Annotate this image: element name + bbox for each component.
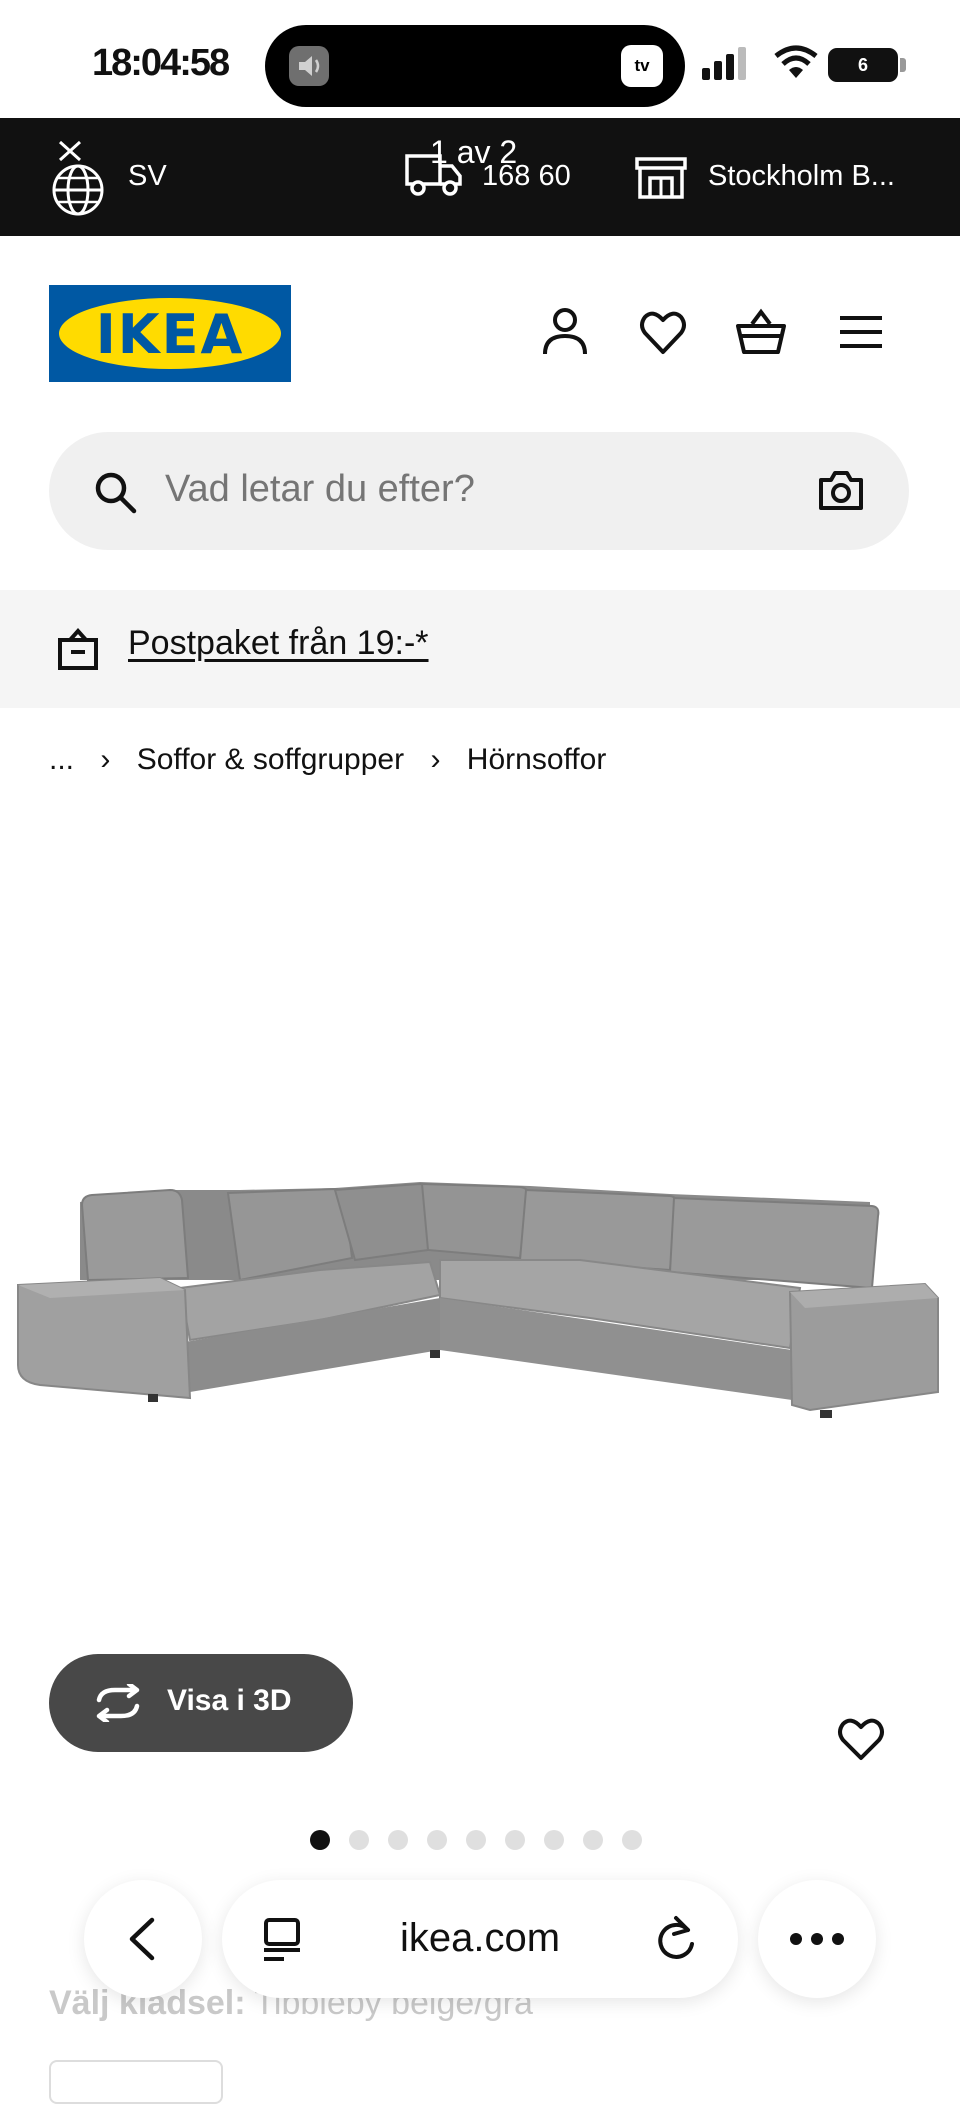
carousel-dot[interactable] <box>427 1830 447 1850</box>
view-in-3d-label: Visa i 3D <box>167 1684 292 1717</box>
utility-bar: SV 168 60 1 av 2 Stockholm B... <box>0 118 960 236</box>
carousel-dot[interactable] <box>349 1830 369 1850</box>
store-label[interactable]: Stockholm B... <box>708 160 895 193</box>
carousel-dot[interactable] <box>544 1830 564 1850</box>
corner-sofa-image <box>17 1182 939 1418</box>
browser-back-button[interactable] <box>84 1880 202 1998</box>
dynamic-island: tv <box>265 25 685 107</box>
search-icon[interactable] <box>93 470 137 514</box>
image-carousel-dots[interactable] <box>310 1830 642 1850</box>
carousel-dot[interactable] <box>622 1830 642 1850</box>
fabric-swatch[interactable] <box>49 2060 223 2104</box>
browser-more-button[interactable] <box>758 1880 876 1998</box>
ikea-logo[interactable]: IKEA <box>49 285 291 382</box>
breadcrumb-item[interactable]: Soffor & soffgrupper <box>137 743 404 777</box>
more-dots-icon <box>790 1933 844 1945</box>
parcel-icon <box>58 628 98 670</box>
heart-icon[interactable] <box>638 306 688 358</box>
heart-icon[interactable] <box>836 1714 886 1764</box>
browser-url-bar[interactable]: ikea.com <box>222 1880 738 1998</box>
carousel-dot[interactable] <box>505 1830 525 1850</box>
product-image-gallery[interactable] <box>0 800 960 1760</box>
page-indicator-overlay: 1 av 2 <box>430 134 518 170</box>
carousel-dot[interactable] <box>466 1830 486 1850</box>
search-bar[interactable] <box>49 432 909 550</box>
store-icon[interactable] <box>634 156 688 200</box>
globe-icon[interactable] <box>50 138 106 218</box>
search-input[interactable] <box>165 468 765 511</box>
chevron-left-icon <box>129 1917 155 1961</box>
status-time: 18:04:58 <box>92 42 230 84</box>
camera-icon[interactable] <box>817 468 865 512</box>
cellular-signal-icon <box>702 47 746 80</box>
breadcrumb-ellipsis[interactable]: ... <box>49 743 74 777</box>
carousel-dot[interactable] <box>583 1830 603 1850</box>
cart-icon[interactable] <box>736 306 786 358</box>
logo-text: IKEA <box>95 303 245 366</box>
battery-icon: 6 <box>828 48 898 82</box>
reload-icon[interactable] <box>654 1914 698 1962</box>
apple-tv-icon: tv <box>621 45 663 87</box>
chevron-right-icon: › <box>100 743 111 777</box>
hamburger-menu-icon[interactable] <box>836 306 886 358</box>
promo-link[interactable]: Postpaket från 19:-* <box>128 624 429 663</box>
breadcrumb: ... › Soffor & soffgrupper › Hörnsoffor <box>49 742 606 777</box>
carousel-dot[interactable] <box>310 1830 330 1850</box>
battery-nub <box>900 58 906 72</box>
language-label[interactable]: SV <box>128 160 167 193</box>
breadcrumb-item[interactable]: Hörnsoffor <box>467 743 607 777</box>
account-icon[interactable] <box>540 306 590 358</box>
status-bar: 18:04:58 tv 6 <box>0 0 960 118</box>
carousel-dot[interactable] <box>388 1830 408 1850</box>
view-in-3d-button[interactable]: Visa i 3D <box>49 1654 353 1752</box>
rotate-3d-icon <box>96 1684 140 1722</box>
promo-banner: Postpaket från 19:-* <box>0 590 960 708</box>
wifi-icon <box>774 45 818 78</box>
chevron-right-icon: › <box>430 743 441 777</box>
speaker-icon <box>289 46 329 86</box>
